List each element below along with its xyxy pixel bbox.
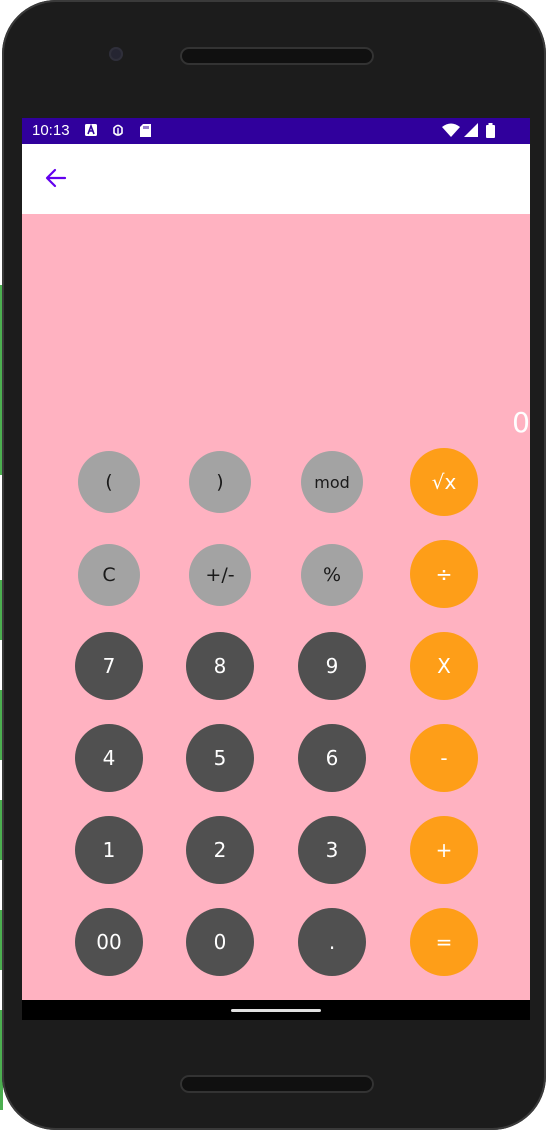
plus-minus-button[interactable]: +/- xyxy=(189,544,251,606)
a-notification-icon xyxy=(85,124,97,136)
bottom-speaker xyxy=(180,1075,374,1093)
digit-5-button[interactable]: 5 xyxy=(186,724,254,792)
device-screen: 10:13 0 () mod √x C +/- % ÷ 7 8 9 X 4 5… xyxy=(22,118,530,1020)
sd-card-icon xyxy=(139,123,151,137)
digit-6-button[interactable]: 6 xyxy=(298,724,366,792)
decimal-point-button[interactable]: . xyxy=(298,908,366,976)
digit-9-button[interactable]: 9 xyxy=(298,632,366,700)
digit-1-button[interactable]: 1 xyxy=(75,816,143,884)
arrow-back-icon xyxy=(44,166,68,194)
back-button[interactable] xyxy=(36,160,76,200)
status-bar: 10:13 xyxy=(22,118,530,144)
signal-icon xyxy=(464,123,478,137)
status-time: 10:13 xyxy=(32,122,70,139)
battery-icon xyxy=(485,123,495,138)
divide-button[interactable]: ÷ xyxy=(410,540,478,608)
home-gesture-handle[interactable] xyxy=(231,1009,321,1012)
digit-4-button[interactable]: 4 xyxy=(75,724,143,792)
double-zero-button[interactable]: 00 xyxy=(75,908,143,976)
add-button[interactable]: + xyxy=(410,816,478,884)
sqrt-button[interactable]: √x xyxy=(410,448,478,516)
percent-button[interactable]: % xyxy=(301,544,363,606)
digit-8-button[interactable]: 8 xyxy=(186,632,254,700)
open-paren-button[interactable]: ( xyxy=(78,451,140,513)
digit-3-button[interactable]: 3 xyxy=(298,816,366,884)
earpiece-speaker xyxy=(180,47,374,65)
front-camera xyxy=(109,47,123,61)
navigation-bar xyxy=(22,1000,530,1020)
digit-7-button[interactable]: 7 xyxy=(75,632,143,700)
subtract-button[interactable]: - xyxy=(410,724,478,792)
digit-0-button[interactable]: 0 xyxy=(186,908,254,976)
result-display: 0 xyxy=(512,406,530,439)
equals-button[interactable]: = xyxy=(410,908,478,976)
mod-button[interactable]: mod xyxy=(301,451,363,513)
close-paren-button[interactable]: ) xyxy=(189,451,251,513)
bug-icon xyxy=(112,124,124,136)
clear-button[interactable]: C xyxy=(78,544,140,606)
digit-2-button[interactable]: 2 xyxy=(186,816,254,884)
wifi-icon xyxy=(442,123,460,137)
multiply-button[interactable]: X xyxy=(410,632,478,700)
app-bar xyxy=(22,144,530,214)
